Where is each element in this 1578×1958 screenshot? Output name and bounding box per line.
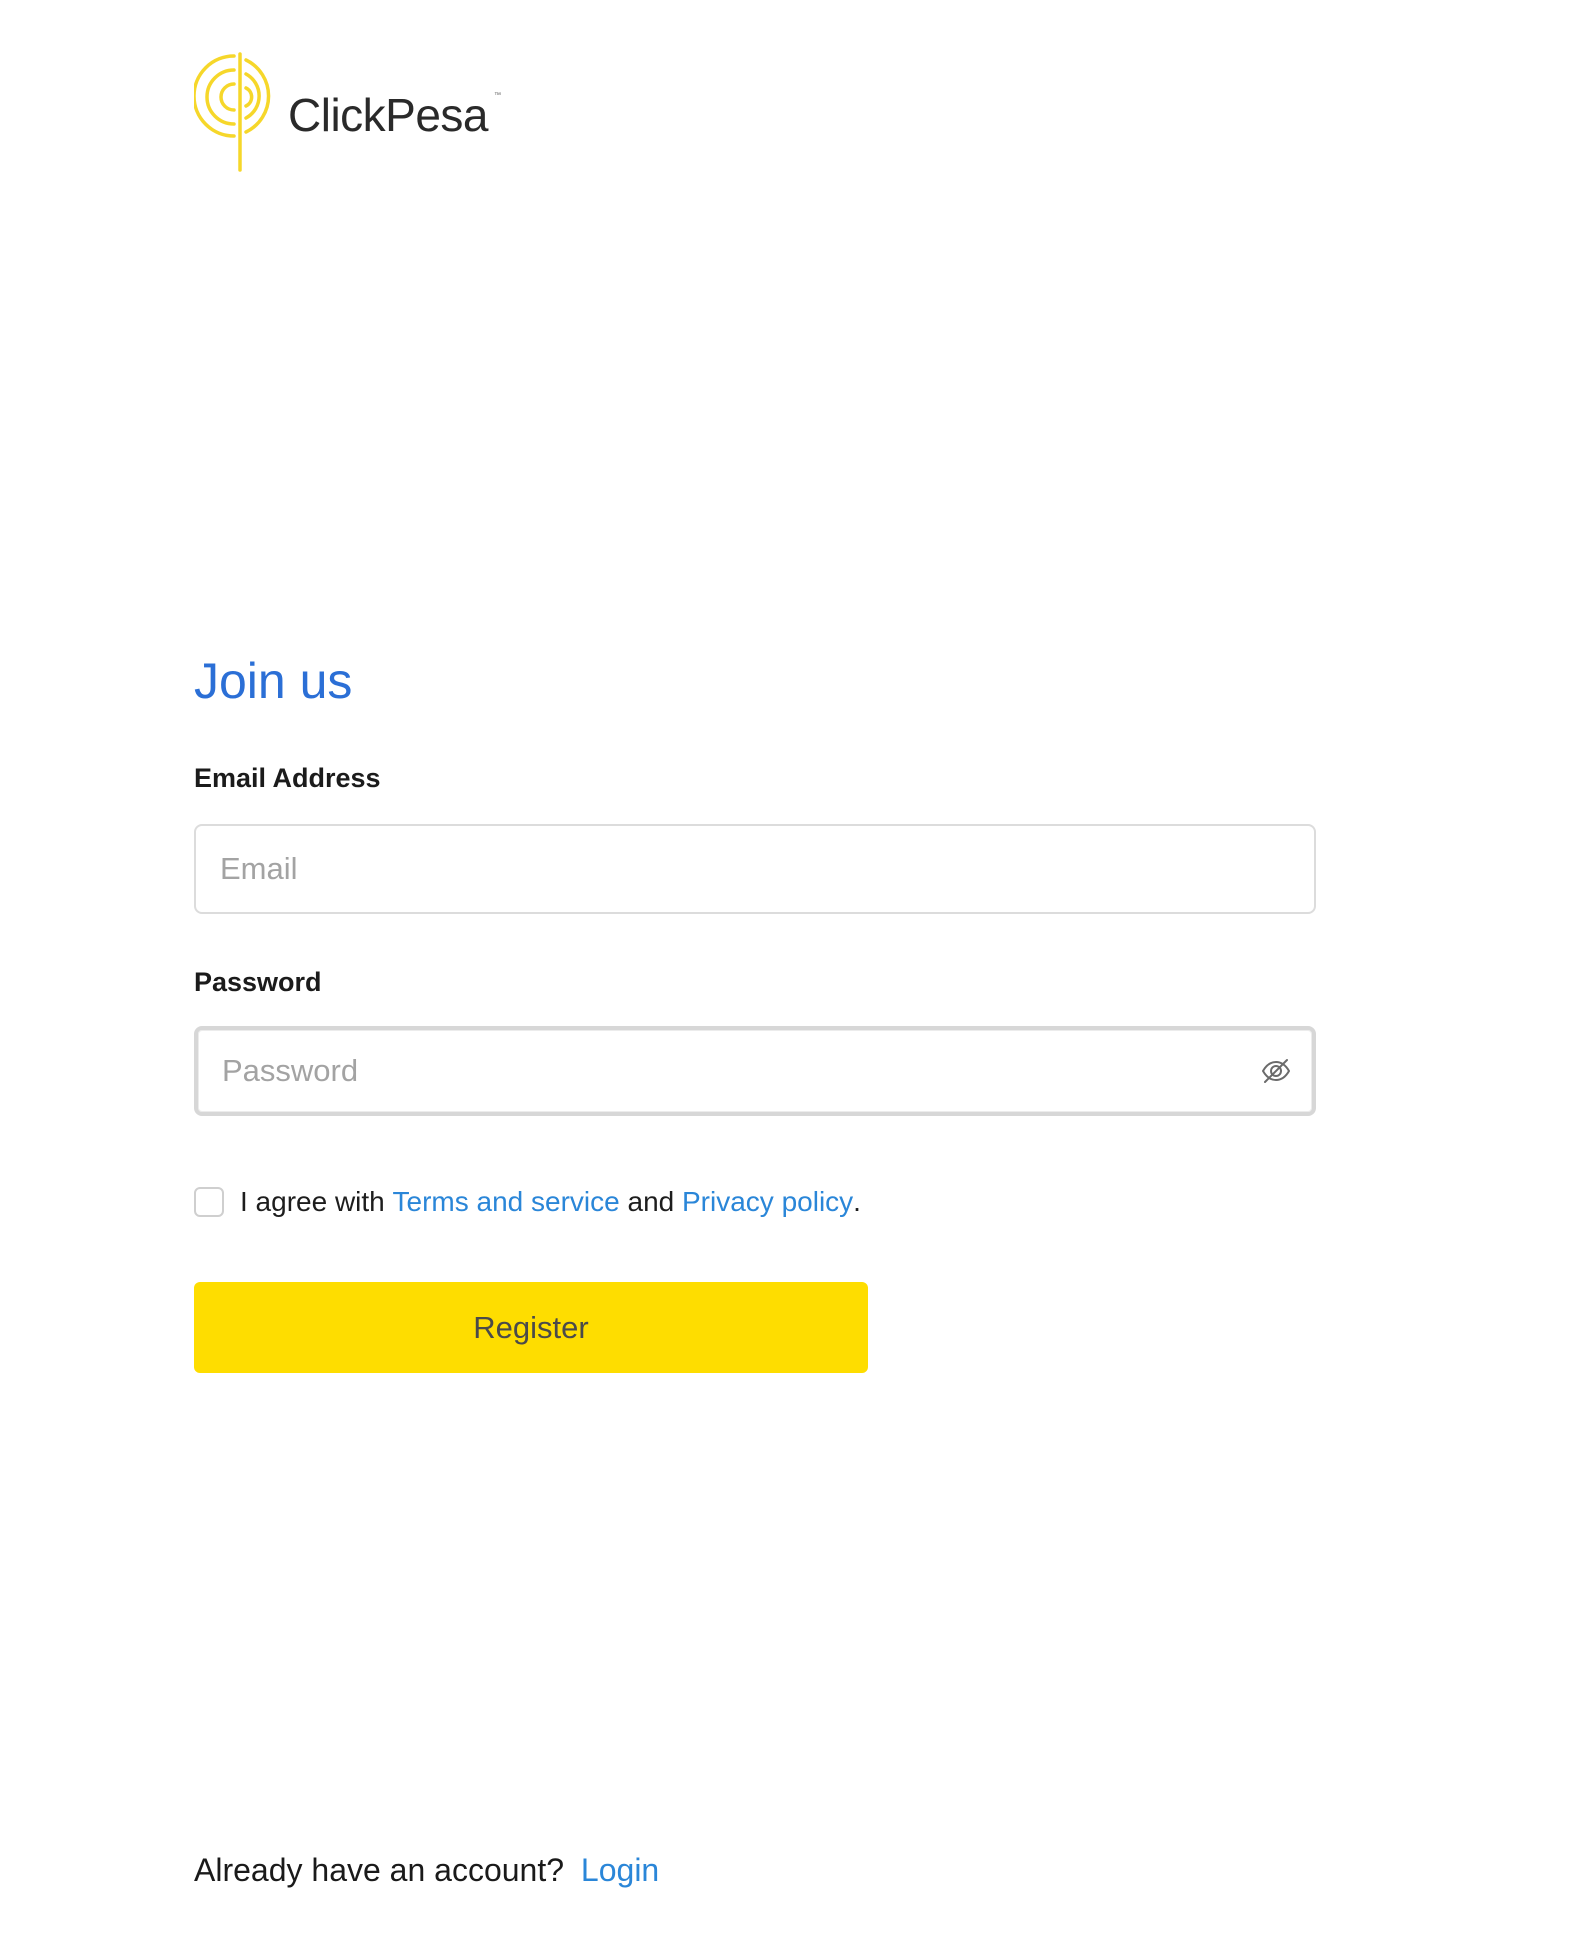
password-field-container bbox=[194, 1026, 1316, 1116]
login-prompt-text: Already have an account? bbox=[194, 1852, 565, 1888]
email-field[interactable] bbox=[220, 826, 1220, 912]
agreement-prefix: I agree with bbox=[240, 1186, 393, 1217]
eye-off-icon[interactable] bbox=[1260, 1055, 1292, 1087]
trademark-mark: ™ bbox=[494, 92, 501, 99]
password-label: Password bbox=[194, 967, 322, 997]
clickpesa-logo-icon bbox=[194, 52, 271, 172]
email-label: Email Address bbox=[194, 763, 381, 793]
agreement-suffix: . bbox=[853, 1186, 861, 1217]
agreement-row: I agree with Terms and service and Priva… bbox=[194, 1186, 861, 1218]
terms-link[interactable]: Terms and service bbox=[393, 1186, 620, 1218]
login-prompt: Already have an account? Login bbox=[194, 1852, 659, 1889]
agreement-middle: and bbox=[619, 1186, 682, 1217]
email-field-container bbox=[194, 824, 1316, 914]
agree-checkbox[interactable] bbox=[194, 1187, 224, 1217]
brand-logo[interactable]: ClickPesa ™ bbox=[194, 50, 514, 174]
privacy-link[interactable]: Privacy policy bbox=[682, 1186, 853, 1218]
password-field[interactable] bbox=[222, 1030, 1222, 1112]
brand-name: ClickPesa bbox=[288, 89, 489, 141]
page-title: Join us bbox=[194, 653, 353, 709]
register-button[interactable]: Register bbox=[194, 1282, 868, 1373]
login-link[interactable]: Login bbox=[581, 1852, 659, 1888]
